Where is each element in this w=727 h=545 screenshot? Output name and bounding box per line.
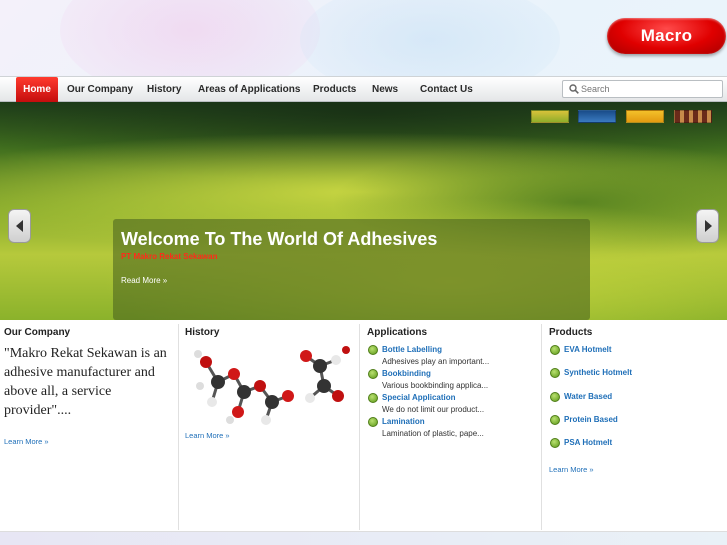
company-title: Our Company	[4, 327, 71, 338]
company-learn-more-link[interactable]: Learn More »	[4, 437, 49, 446]
logo-text: Macro	[640, 26, 693, 45]
plus-bullet-icon	[368, 345, 378, 355]
nav-products[interactable]: Products	[313, 77, 356, 102]
slide-thumbnail[interactable]	[626, 110, 664, 123]
slider-prev-button[interactable]	[8, 209, 31, 243]
nav-contact-us[interactable]: Contact Us	[420, 77, 473, 102]
plus-bullet-icon	[368, 369, 378, 379]
application-description: Lamination of plastic, pape...	[382, 429, 484, 438]
content-columns: Our Company "Makro Rekat Sekawan is an a…	[0, 320, 727, 532]
footer-strip	[0, 532, 727, 545]
products-column: Products EVA Hotmelt Synthetic Hotmelt W…	[542, 320, 727, 530]
nav-areas-of-applications[interactable]: Areas of Applications	[198, 77, 300, 102]
history-learn-more-link[interactable]: Learn More »	[185, 431, 230, 440]
nav-our-company[interactable]: Our Company	[67, 77, 133, 102]
plus-bullet-icon	[550, 438, 560, 448]
molecule-image	[194, 346, 350, 425]
search-input[interactable]	[581, 82, 719, 96]
application-description: We do not limit our product...	[382, 405, 485, 414]
nav-home[interactable]: Home	[16, 77, 58, 102]
products-learn-more-link[interactable]: Learn More »	[549, 465, 594, 474]
plus-bullet-icon	[550, 415, 560, 425]
product-link-protein-based[interactable]: Protein Based	[564, 415, 618, 424]
applications-title: Applications	[367, 327, 428, 338]
slider-next-button[interactable]	[696, 209, 719, 243]
search-box[interactable]	[562, 80, 723, 98]
product-link-synthetic-hotmelt[interactable]: Synthetic Hotmelt	[564, 368, 632, 377]
brand-logo[interactable]: Macro	[607, 18, 726, 54]
history-title: History	[185, 327, 220, 338]
chevron-right-icon	[704, 220, 712, 232]
slide-thumbnail[interactable]	[531, 110, 569, 123]
company-quote: "Makro Rekat Sekawan is an adhesive manu…	[4, 346, 167, 418]
nav-news[interactable]: News	[372, 77, 398, 102]
application-link-lamination[interactable]: Lamination	[382, 417, 425, 426]
application-link-bottle-labelling[interactable]: Bottle Labelling	[382, 345, 442, 354]
plus-bullet-icon	[368, 393, 378, 403]
product-link-psa-hotmelt[interactable]: PSA Hotmelt	[564, 438, 612, 447]
slide-thumbnail[interactable]	[578, 110, 616, 123]
application-description: Adhesives play an important...	[382, 357, 490, 366]
plus-bullet-icon	[368, 417, 378, 427]
applications-column: Applications Bottle Labelling Adhesives …	[360, 320, 541, 530]
application-link-bookbinding[interactable]: Bookbinding	[382, 369, 431, 378]
slide-thumbnail[interactable]	[674, 110, 712, 123]
plus-bullet-icon	[550, 368, 560, 378]
chevron-left-icon	[15, 220, 23, 232]
product-link-water-based[interactable]: Water Based	[564, 392, 612, 401]
hero-slider: Welcome To The World Of Adhesives PT Mak…	[0, 102, 727, 320]
plus-bullet-icon	[550, 345, 560, 355]
application-description: Various bookbinding applica...	[382, 381, 489, 390]
products-title: Products	[549, 327, 593, 338]
nav-history[interactable]: History	[147, 77, 181, 102]
slide-caption: Welcome To The World Of Adhesives PT Mak…	[113, 219, 590, 320]
read-more-link[interactable]: Read More »	[121, 276, 167, 285]
search-icon	[569, 84, 579, 94]
slide-title: Welcome To The World Of Adhesives	[121, 229, 438, 249]
application-link-special-application[interactable]: Special Application	[382, 393, 456, 402]
main-navigation: Home Our Company History Areas of Applic…	[0, 76, 727, 102]
product-link-eva-hotmelt[interactable]: EVA Hotmelt	[564, 345, 612, 354]
company-column: Our Company "Makro Rekat Sekawan is an a…	[0, 320, 178, 530]
slide-subtitle: PT Makro Rekat Sekawan	[121, 252, 218, 261]
plus-bullet-icon	[550, 392, 560, 402]
